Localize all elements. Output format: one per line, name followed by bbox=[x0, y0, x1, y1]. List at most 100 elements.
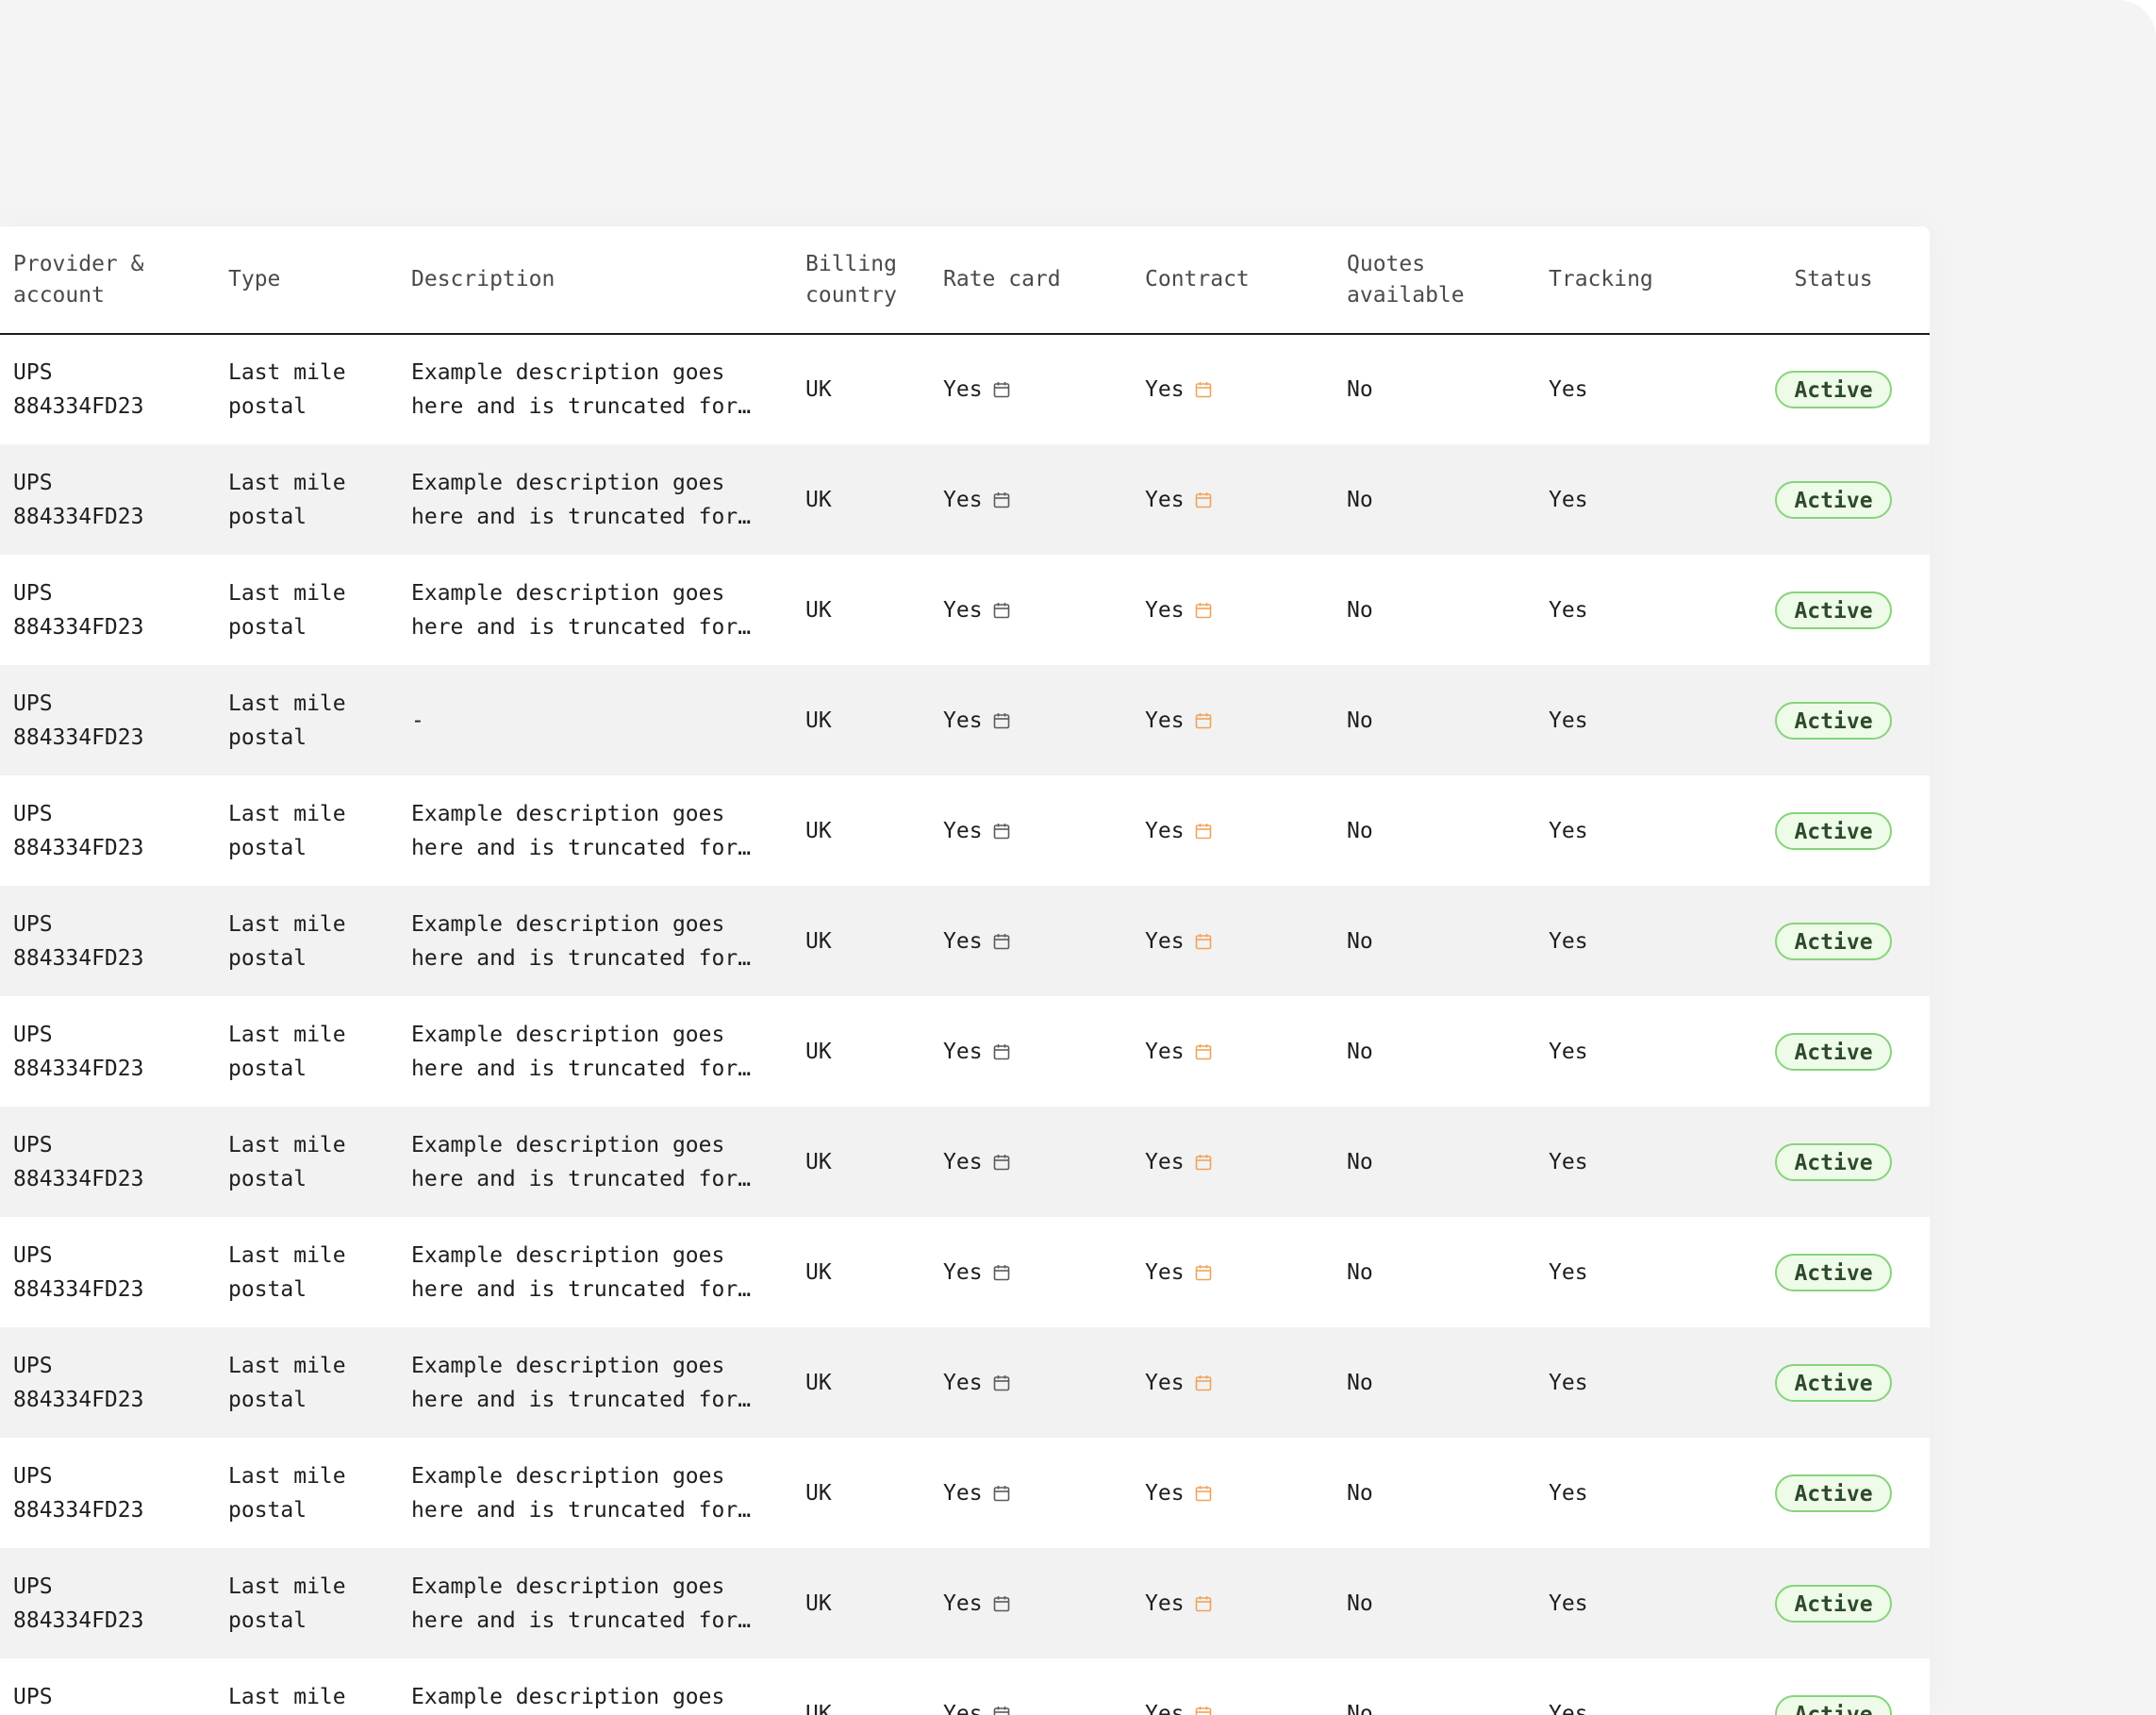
description-text: Example description goes here and is tru… bbox=[411, 1242, 738, 1302]
header-tracking[interactable]: Tracking bbox=[1535, 226, 1737, 335]
type-line-2: postal bbox=[228, 394, 307, 419]
header-type[interactable]: Type bbox=[215, 226, 398, 335]
calendar-icon[interactable] bbox=[992, 711, 1011, 730]
calendar-icon[interactable] bbox=[1194, 711, 1213, 730]
contract-value: Yes bbox=[1145, 928, 1185, 954]
tracking-cell: Yes bbox=[1549, 597, 1588, 623]
table-row[interactable]: UPS 884334FD23 Last mile postal Example … bbox=[0, 1107, 1930, 1217]
contract-value: Yes bbox=[1145, 1039, 1185, 1064]
header-rate-card[interactable]: Rate card bbox=[930, 226, 1132, 335]
table-row[interactable]: UPS 884334FD23 Last mile postal Example … bbox=[0, 1327, 1930, 1438]
status-badge: Active bbox=[1775, 480, 1892, 519]
status-cell: Active bbox=[1737, 996, 1930, 1107]
table-row[interactable]: UPS 884334FD23 Last mile postal - UK Yes… bbox=[0, 665, 1930, 775]
description-text: - bbox=[411, 708, 424, 733]
status-badge: Active bbox=[1775, 811, 1892, 850]
calendar-icon[interactable] bbox=[992, 1153, 1011, 1172]
calendar-icon[interactable] bbox=[992, 1374, 1011, 1392]
calendar-icon[interactable] bbox=[1194, 491, 1213, 509]
provider-cell: UPS 884334FD23 bbox=[0, 1548, 215, 1658]
header-billing-country[interactable]: Billing country bbox=[792, 226, 930, 335]
header-quotes-available[interactable]: Quotes available bbox=[1334, 226, 1535, 335]
calendar-icon[interactable] bbox=[992, 601, 1011, 620]
billing-country-cell: UK bbox=[792, 1548, 930, 1658]
type-line-1: Last mile bbox=[228, 1022, 346, 1047]
calendar-icon[interactable] bbox=[1194, 601, 1213, 620]
calendar-icon[interactable] bbox=[992, 1705, 1011, 1715]
calendar-icon[interactable] bbox=[1194, 822, 1213, 841]
status-cell: Active bbox=[1737, 1438, 1930, 1548]
calendar-icon[interactable] bbox=[1194, 1374, 1213, 1392]
table-row[interactable]: UPS 884334FD23 Last mile postal Example … bbox=[0, 1217, 1930, 1327]
billing-country-cell: UK bbox=[805, 597, 832, 623]
calendar-icon[interactable] bbox=[1194, 1484, 1213, 1503]
status-cell: Active bbox=[1737, 1548, 1930, 1658]
table-row[interactable]: UPS 884334FD23 Last mile postal Example … bbox=[0, 334, 1930, 444]
header-status[interactable]: Status bbox=[1737, 226, 1930, 335]
calendar-icon[interactable] bbox=[992, 380, 1011, 399]
calendar-icon[interactable] bbox=[1194, 932, 1213, 951]
table-row[interactable]: UPS 884334FD23 Last mile postal Example … bbox=[0, 996, 1930, 1107]
calendar-icon[interactable] bbox=[1194, 1705, 1213, 1715]
tracking-cell: Yes bbox=[1549, 1259, 1588, 1285]
type-line-2: postal bbox=[228, 1276, 307, 1302]
table-row[interactable]: UPS 884334FD23 Last mile postal Example … bbox=[0, 886, 1930, 996]
type-cell: Last mile postal bbox=[215, 886, 398, 996]
tracking-cell: Yes bbox=[1535, 886, 1737, 996]
account-number: 884334FD23 bbox=[13, 1607, 144, 1633]
tracking-cell: Yes bbox=[1535, 1327, 1737, 1438]
calendar-icon[interactable] bbox=[992, 822, 1011, 841]
table-row[interactable]: UPS 884334FD23 Last mile postal Example … bbox=[0, 555, 1930, 665]
provider-cell: UPS 884334FD23 bbox=[0, 1438, 215, 1548]
status-cell: Active bbox=[1737, 1217, 1930, 1327]
type-line-1: Last mile bbox=[228, 360, 346, 385]
header-description[interactable]: Description bbox=[398, 226, 792, 335]
contract-value: Yes bbox=[1145, 597, 1185, 623]
type-cell: Last mile postal bbox=[215, 996, 398, 1107]
calendar-icon[interactable] bbox=[1194, 1153, 1213, 1172]
status-cell: Active bbox=[1737, 1107, 1930, 1217]
type-cell: Last mile postal bbox=[215, 555, 398, 665]
table-row[interactable]: UPS 884334FD23 Last mile postal Example … bbox=[0, 1658, 1930, 1715]
calendar-icon[interactable] bbox=[992, 1484, 1011, 1503]
type-line-2: postal bbox=[228, 1056, 307, 1081]
contract-cell: Yes bbox=[1132, 1438, 1334, 1548]
calendar-icon[interactable] bbox=[1194, 1263, 1213, 1282]
table-row[interactable]: UPS 884334FD23 Last mile postal Example … bbox=[0, 1438, 1930, 1548]
type-line-1: Last mile bbox=[228, 470, 346, 495]
status-cell: Active bbox=[1737, 1327, 1930, 1438]
table-row[interactable]: UPS 884334FD23 Last mile postal Example … bbox=[0, 775, 1930, 886]
status-cell: Active bbox=[1737, 1658, 1930, 1715]
type-line-2: postal bbox=[228, 1497, 307, 1523]
type-cell: Last mile postal bbox=[215, 1217, 398, 1327]
calendar-icon[interactable] bbox=[992, 1594, 1011, 1613]
calendar-icon[interactable] bbox=[992, 1263, 1011, 1282]
provider-cell: UPS 884334FD23 bbox=[0, 444, 215, 555]
billing-country-cell: UK bbox=[805, 1480, 832, 1506]
header-contract[interactable]: Contract bbox=[1132, 226, 1334, 335]
rate-card-value: Yes bbox=[943, 1701, 983, 1715]
calendar-icon[interactable] bbox=[1194, 380, 1213, 399]
type-line-2: postal bbox=[228, 1166, 307, 1191]
calendar-icon[interactable] bbox=[1194, 1594, 1213, 1613]
rate-card-cell: Yes bbox=[930, 1438, 1132, 1548]
table-header: Provider & account Type Description Bill… bbox=[0, 226, 1930, 335]
table-row[interactable]: UPS 884334FD23 Last mile postal Example … bbox=[0, 444, 1930, 555]
calendar-icon[interactable] bbox=[1194, 1042, 1213, 1061]
rate-card-cell: Yes bbox=[930, 1658, 1132, 1715]
status-cell: Active bbox=[1737, 775, 1930, 886]
calendar-icon[interactable] bbox=[992, 932, 1011, 951]
account-number: 884334FD23 bbox=[13, 504, 144, 529]
billing-country-cell: UK bbox=[805, 377, 832, 402]
rate-card-value: Yes bbox=[943, 708, 983, 733]
calendar-icon[interactable] bbox=[992, 1042, 1011, 1061]
tracking-cell: Yes bbox=[1549, 1039, 1588, 1064]
rate-card-value: Yes bbox=[943, 928, 983, 954]
tracking-cell: Yes bbox=[1535, 1548, 1737, 1658]
description-text: Example description goes here and is tru… bbox=[411, 1132, 738, 1191]
tracking-cell: Yes bbox=[1549, 818, 1588, 843]
status-cell: Active bbox=[1737, 334, 1930, 444]
table-row[interactable]: UPS 884334FD23 Last mile postal Example … bbox=[0, 1548, 1930, 1658]
calendar-icon[interactable] bbox=[992, 491, 1011, 509]
header-provider[interactable]: Provider & account bbox=[0, 226, 215, 335]
